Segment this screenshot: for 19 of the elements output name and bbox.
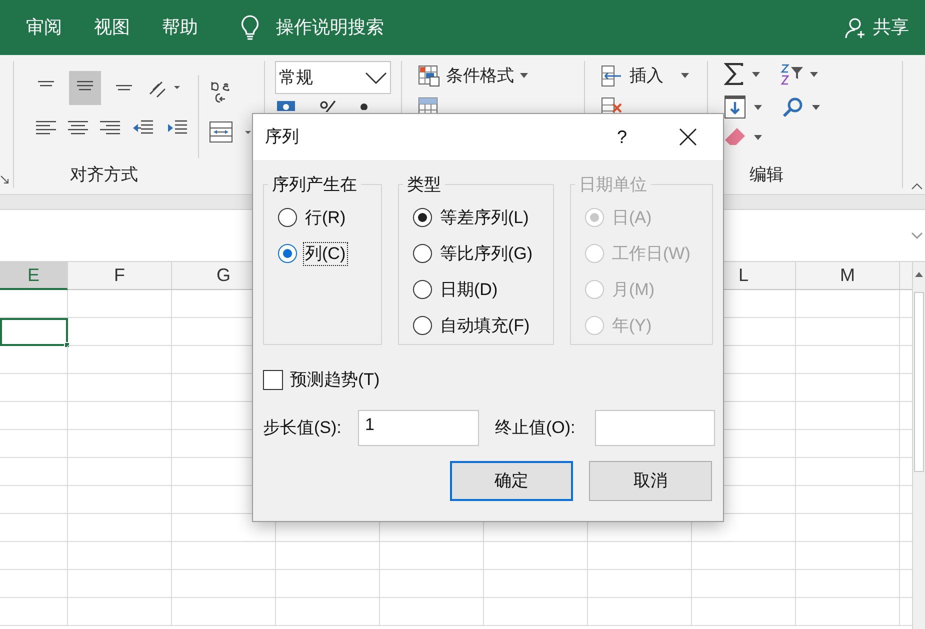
radio-label: 日(A)	[611, 206, 653, 228]
group-title: 日期单位	[578, 174, 648, 196]
dialog-title: 序列	[265, 126, 299, 148]
radio-label: 自动填充(F)	[439, 314, 531, 336]
group-label: 编辑	[748, 164, 784, 186]
group-label: 对齐方式	[68, 164, 139, 186]
radio-label: 等差序列(L)	[439, 206, 530, 228]
radio-label: 日期(D)	[439, 278, 499, 300]
radio-label: 列(C)	[304, 242, 347, 264]
checkbox-label: 预测趋势(T)	[290, 369, 380, 391]
group-title: 序列产生在	[271, 174, 358, 196]
radio-label: 等比序列(G)	[439, 242, 534, 264]
radio-label: 行(R)	[304, 206, 347, 228]
radio-label: 工作日(W)	[611, 242, 692, 264]
field-label: 步长值(S):	[263, 416, 342, 439]
group-title: 类型	[406, 174, 442, 196]
field-label: 终止值(O):	[495, 416, 576, 439]
radio-label: 月(M)	[611, 278, 656, 300]
radio-label: 年(Y)	[611, 314, 653, 336]
